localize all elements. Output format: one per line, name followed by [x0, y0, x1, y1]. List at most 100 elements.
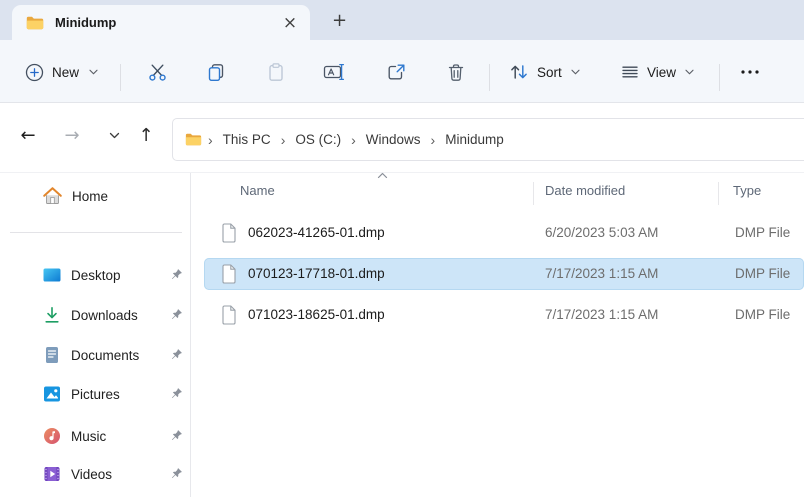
breadcrumb-separator[interactable]: › — [427, 132, 440, 148]
chevron-down-icon — [571, 69, 580, 75]
file-date-modified: 6/20/2023 5:03 AM — [545, 225, 659, 240]
breadcrumb-item-windows[interactable]: Windows — [360, 129, 427, 150]
content-divider — [0, 172, 804, 173]
delete-button[interactable] — [438, 54, 474, 90]
sidebar-divider — [10, 232, 182, 233]
breadcrumb-separator[interactable]: › — [277, 132, 290, 148]
file-date-modified: 7/17/2023 1:15 AM — [545, 266, 659, 281]
new-button[interactable]: New — [16, 54, 107, 90]
home-icon — [42, 186, 63, 206]
forward-button[interactable]: → — [56, 119, 88, 151]
file-icon — [221, 223, 237, 243]
up-button[interactable]: ↑ — [130, 119, 162, 151]
close-icon[interactable]: × — [278, 11, 302, 35]
new-tab-button[interactable]: + — [326, 7, 353, 34]
sidebar-item-label: Desktop — [71, 267, 121, 283]
sidebar-item-music[interactable]: Music — [4, 419, 186, 453]
sort-button[interactable]: Sort — [501, 54, 587, 90]
more-options-button[interactable] — [732, 54, 768, 90]
command-bar: New Sort View — [0, 40, 804, 103]
toolbar-divider — [120, 64, 121, 91]
file-type: DMP File — [735, 225, 791, 240]
address-bar: ← → ↑ › This PC › OS (C:) › Windows › Mi… — [0, 103, 804, 169]
rename-button[interactable] — [316, 54, 352, 90]
file-name: 070123-17718-01.dmp — [248, 266, 385, 281]
sidebar-item-label: Videos — [71, 466, 113, 482]
file-name: 071023-18625-01.dmp — [248, 307, 385, 322]
file-name: 062023-41265-01.dmp — [248, 225, 385, 240]
breadcrumb[interactable]: › This PC › OS (C:) › Windows › Minidump — [172, 118, 804, 161]
view-lines-icon — [620, 62, 640, 82]
file-type: DMP File — [735, 307, 791, 322]
back-button[interactable]: ← — [12, 119, 44, 151]
scissors-icon — [147, 62, 168, 83]
file-type: DMP File — [735, 266, 791, 281]
chevron-down-icon — [685, 69, 694, 75]
file-icon — [221, 264, 237, 284]
sidebar-item-downloads[interactable]: Downloads — [4, 298, 186, 332]
documents-icon — [42, 345, 62, 365]
videos-icon — [42, 464, 62, 484]
sidebar-item-videos[interactable]: Videos — [4, 457, 186, 491]
sidebar-item-label: Music — [71, 428, 107, 444]
sidebar-item-label: Pictures — [71, 386, 120, 402]
chevron-down-icon — [89, 69, 98, 75]
sidebar-item-home[interactable]: Home — [4, 179, 186, 213]
view-button-label: View — [647, 64, 677, 80]
breadcrumb-item-minidump[interactable]: Minidump — [439, 129, 510, 150]
rename-icon — [323, 62, 346, 82]
pin-icon — [170, 387, 183, 400]
pin-icon — [170, 268, 183, 281]
sidebar-item-pictures[interactable]: Pictures — [4, 377, 186, 411]
file-row[interactable]: 071023-18625-01.dmp 7/17/2023 1:15 AM DM… — [204, 299, 804, 331]
music-icon — [42, 426, 62, 446]
clipboard-icon — [266, 62, 286, 83]
column-header-name[interactable]: Name — [240, 183, 275, 198]
share-button[interactable] — [378, 54, 414, 90]
sidebar-item-desktop[interactable]: Desktop — [4, 258, 186, 292]
cut-button[interactable] — [139, 54, 175, 90]
sidebar-item-label: Downloads — [71, 307, 138, 323]
paste-button[interactable] — [258, 54, 294, 90]
file-icon — [221, 305, 237, 325]
copy-icon — [206, 62, 226, 83]
ellipsis-icon — [741, 70, 759, 74]
breadcrumb-separator[interactable]: › — [347, 132, 360, 148]
column-header-type[interactable]: Type — [733, 183, 761, 198]
column-separator[interactable] — [718, 182, 719, 205]
file-row-selected[interactable]: 070123-17718-01.dmp 7/17/2023 1:15 AM DM… — [204, 258, 804, 290]
column-header-date-modified[interactable]: Date modified — [545, 183, 625, 198]
folder-icon — [185, 133, 202, 146]
sort-ascending-caret-icon — [377, 172, 388, 179]
folder-icon — [26, 16, 44, 30]
new-button-label: New — [52, 64, 80, 80]
pictures-icon — [42, 384, 62, 404]
breadcrumb-item-os-c[interactable]: OS (C:) — [289, 129, 347, 150]
downloads-icon — [42, 305, 62, 325]
sort-arrows-icon — [508, 62, 530, 82]
file-explorer-window: Minidump × + New Sort View ← → ↑ › This … — [0, 0, 804, 497]
sidebar-item-label: Documents — [71, 347, 140, 363]
sidebar-item-label: Home — [72, 188, 109, 204]
toolbar-divider — [489, 64, 490, 91]
pin-icon — [170, 467, 183, 480]
breadcrumb-separator[interactable]: › — [204, 132, 217, 148]
tab-minidump[interactable]: Minidump × — [12, 5, 310, 40]
share-icon — [386, 62, 407, 82]
column-separator[interactable] — [533, 182, 534, 205]
file-row[interactable]: 062023-41265-01.dmp 6/20/2023 5:03 AM DM… — [204, 217, 804, 249]
trash-icon — [446, 62, 466, 83]
tab-title: Minidump — [55, 15, 117, 30]
plus-circle-icon — [25, 63, 44, 82]
toolbar-divider — [719, 64, 720, 91]
pin-icon — [170, 348, 183, 361]
recent-locations-button[interactable] — [98, 119, 130, 151]
sidebar-separator[interactable] — [190, 173, 191, 497]
sidebar-item-documents[interactable]: Documents — [4, 338, 186, 372]
pin-icon — [170, 308, 183, 321]
breadcrumb-item-this-pc[interactable]: This PC — [217, 129, 277, 150]
copy-button[interactable] — [198, 54, 234, 90]
view-button[interactable]: View — [613, 54, 701, 90]
desktop-icon — [42, 265, 62, 285]
file-date-modified: 7/17/2023 1:15 AM — [545, 307, 659, 322]
